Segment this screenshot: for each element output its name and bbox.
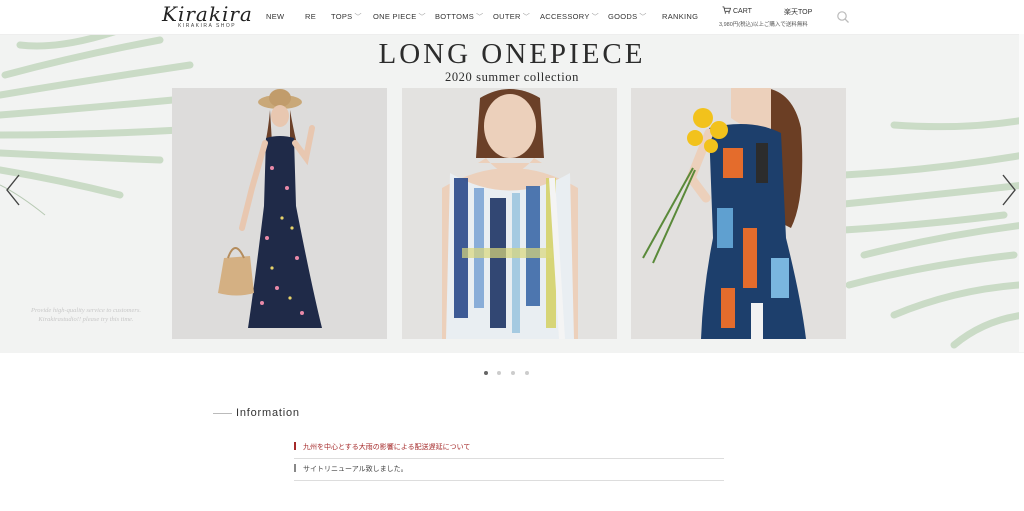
carousel-dot-4[interactable] [525, 371, 529, 375]
nav-item-bottoms[interactable]: BOTTOMS ﹀ [435, 12, 483, 22]
news-item[interactable]: 九州を中心とする大雨の影響による配送遅延について [294, 436, 724, 459]
hero-carousel: LONG ONEPIECE 2020 summer collection Pro… [0, 35, 1024, 353]
nav-item-one-piece[interactable]: ONE PIECE ﹀ [373, 12, 426, 22]
product-photo-floral-dress[interactable] [172, 88, 387, 339]
nav-item-new[interactable]: NEW [266, 12, 284, 21]
chevron-down-icon: ﹀ [476, 14, 484, 21]
palm-leaf-decoration-right [834, 116, 1024, 349]
cart-icon [722, 6, 731, 14]
nav-label: ONE PIECE [373, 12, 417, 21]
chevron-down-icon: ﹀ [639, 14, 647, 21]
information-title: Information [236, 407, 300, 419]
carousel-dot-2[interactable] [497, 371, 501, 375]
model-illustration [642, 88, 806, 339]
product-photo-brushstroke-dress[interactable] [402, 88, 617, 339]
chevron-down-icon: ﹀ [418, 14, 426, 21]
hero-tagline: Provide high-quality service to customer… [30, 307, 142, 323]
nav-label: RANKING [662, 12, 699, 21]
model-illustration [218, 89, 322, 328]
news-item[interactable]: サイトリニューアル致しました。 [294, 458, 724, 481]
hero-title: LONG ONEPIECE [378, 38, 646, 70]
page-scrollbar[interactable] [1019, 34, 1024, 352]
rakuten-top-link[interactable]: 楽天TOP [784, 7, 812, 17]
brand-logo[interactable]: Kirakira KIRAKIRA SHOP [160, 2, 252, 30]
news-marker [294, 464, 296, 472]
nav-label: BOTTOMS [435, 12, 475, 21]
carousel-dot-3[interactable] [511, 371, 515, 375]
nav-label: GOODS [608, 12, 638, 21]
search-icon[interactable] [836, 10, 850, 24]
nav-item-ranking[interactable]: RANKING [662, 12, 698, 21]
cart-label: CART [733, 8, 752, 15]
chevron-down-icon: ﹀ [522, 14, 531, 21]
nav-item-re[interactable]: RE [305, 12, 316, 21]
product-photo-geometric-dress[interactable] [631, 88, 846, 339]
nav-label: RE [305, 12, 317, 21]
nav-item-tops[interactable]: TOPS ﹀ [331, 12, 362, 22]
news-text: サイトリニューアル致しました。 [303, 466, 408, 473]
nav-label: TOPS [331, 12, 353, 21]
brand-logo-subtitle: KIRAKIRA SHOP [178, 23, 237, 29]
chevron-left-icon[interactable] [4, 173, 22, 207]
news-text: 九州を中心とする大雨の影響による配送遅延について [303, 444, 471, 451]
cart-link[interactable]: CART [722, 6, 752, 15]
shipping-note: 3,980円(税込)以上ご購入で送料無料 [719, 22, 808, 28]
carousel-dot-1[interactable] [484, 371, 488, 375]
information-divider [213, 413, 232, 414]
nav-label: OUTER [493, 12, 521, 21]
model-illustration [442, 89, 578, 339]
site-header: Kirakira KIRAKIRA SHOP NEW RE TOPS ﹀ ONE … [0, 0, 1024, 35]
hero-subtitle: 2020 summer collection [444, 70, 579, 84]
nav-label: ACCESSORY [540, 12, 590, 21]
news-marker [294, 442, 296, 450]
chevron-down-icon: ﹀ [591, 14, 599, 21]
chevron-down-icon: ﹀ [354, 14, 362, 21]
nav-item-outer[interactable]: OUTER ﹀ [493, 12, 530, 22]
nav-label: NEW [266, 12, 285, 21]
chevron-right-icon[interactable] [1000, 173, 1018, 207]
nav-item-accessory[interactable]: ACCESSORY ﹀ [540, 12, 599, 22]
nav-item-goods[interactable]: GOODS ﹀ [608, 12, 647, 22]
